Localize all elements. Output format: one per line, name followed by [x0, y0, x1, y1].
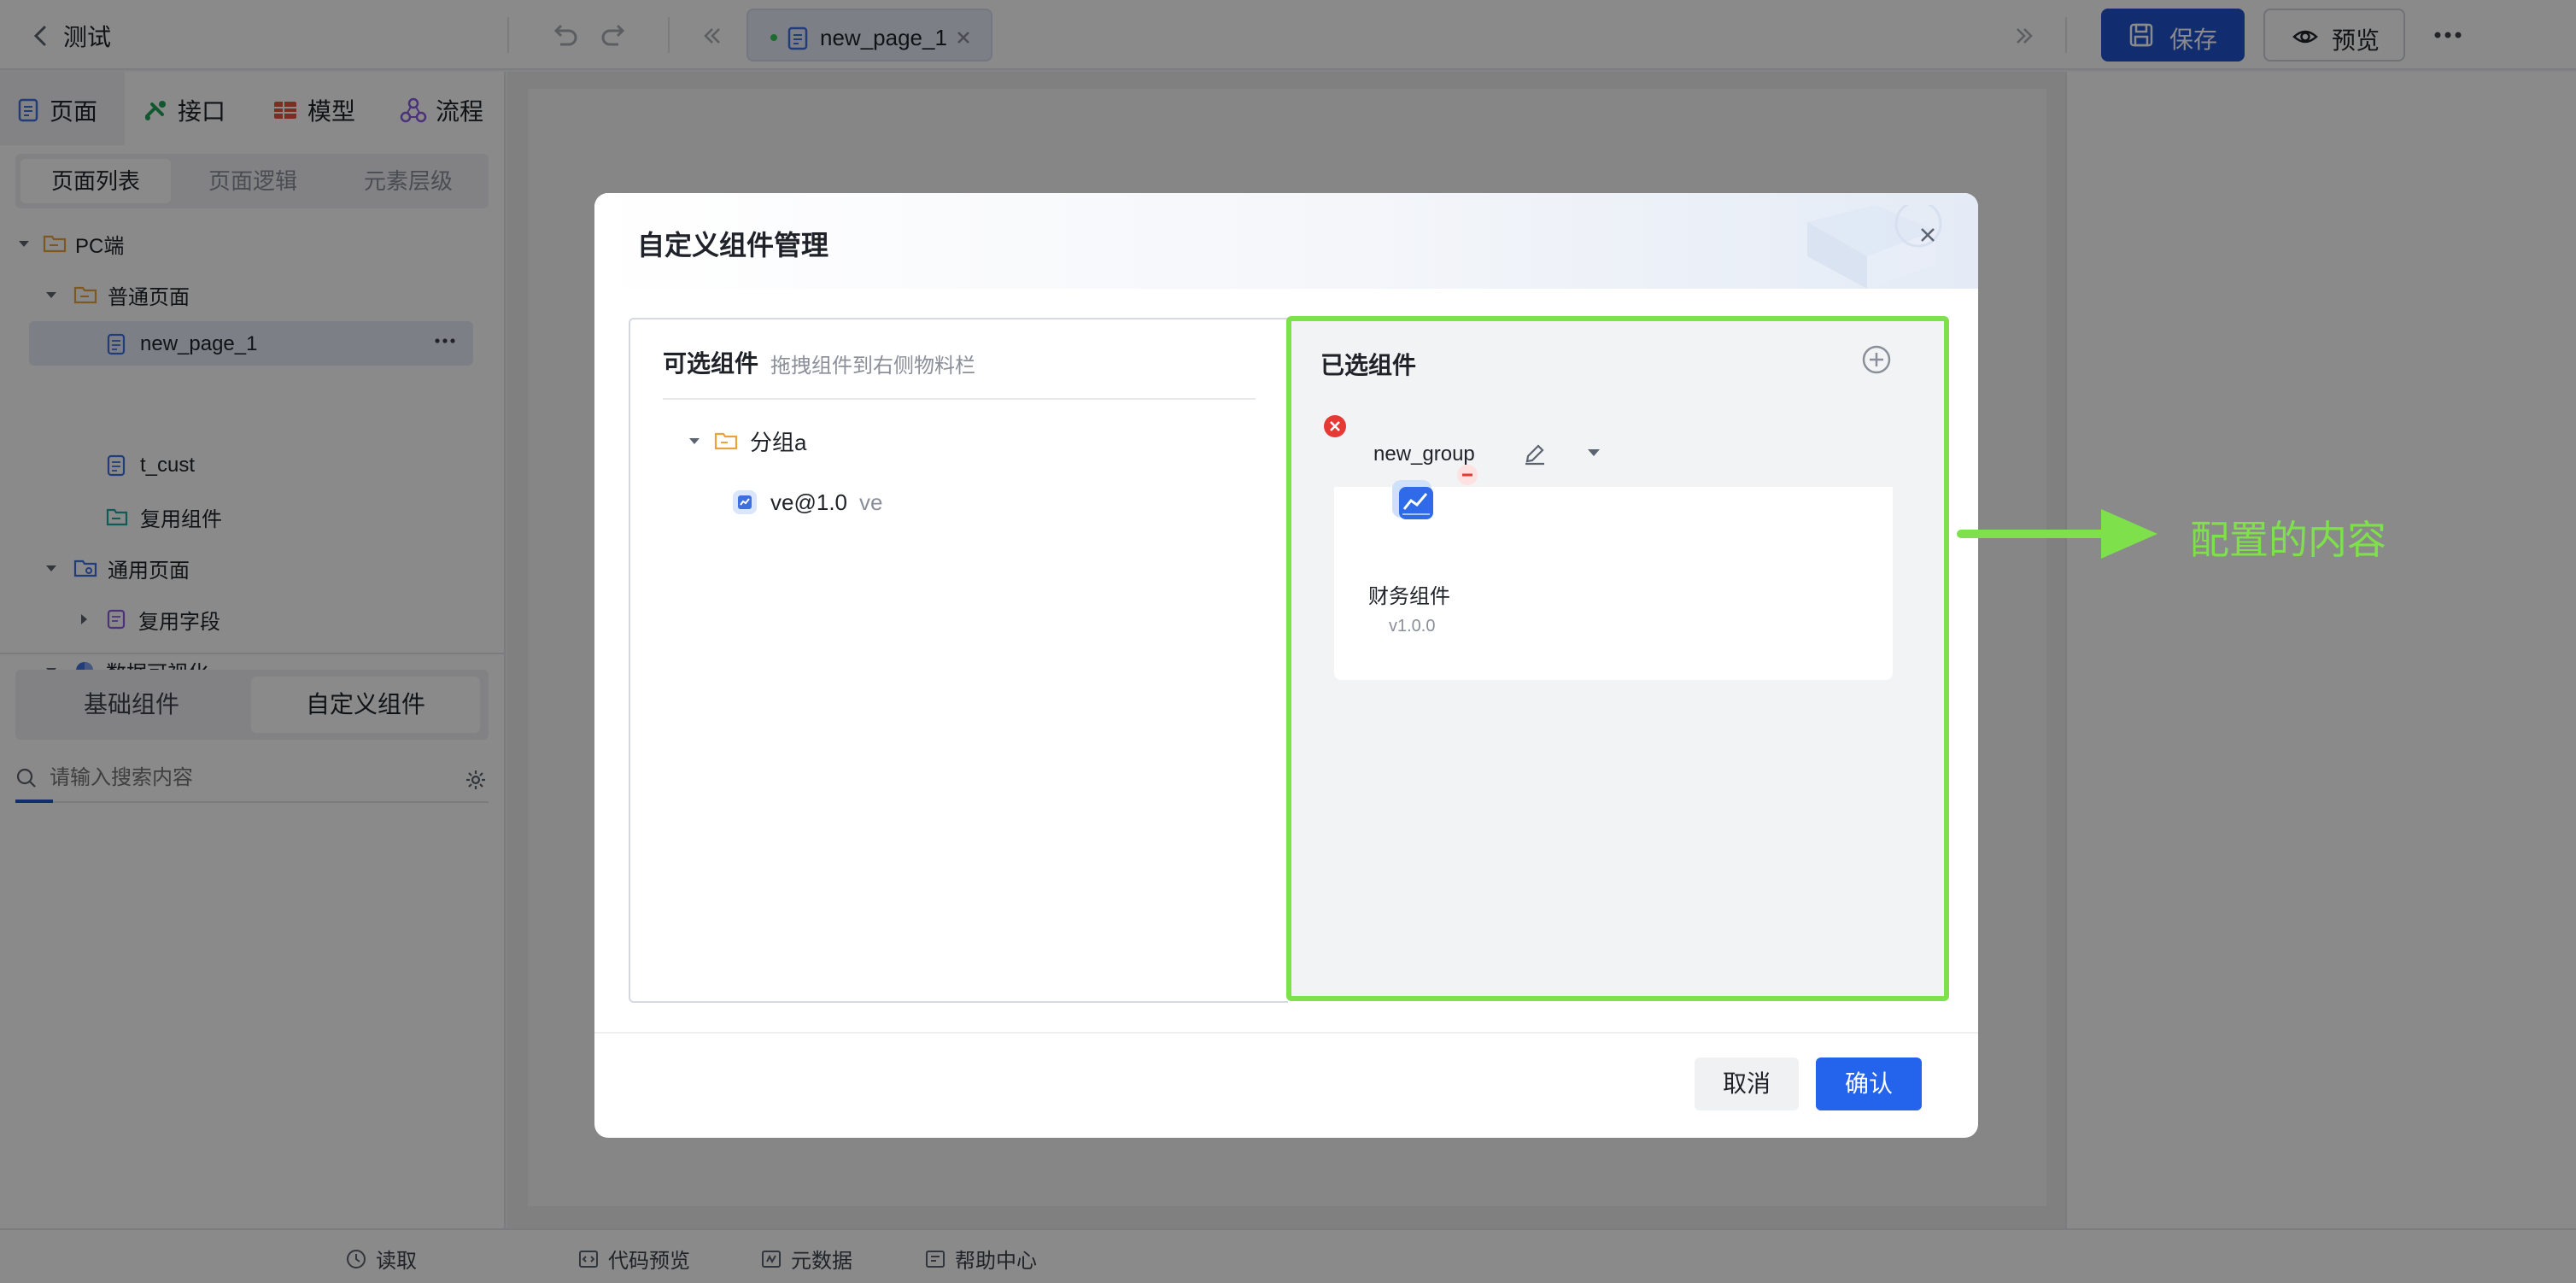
- folder-icon: [714, 432, 738, 450]
- annotation-arrow-icon: [1956, 504, 2161, 564]
- component-icon: [733, 490, 757, 514]
- group-a[interactable]: 分组a: [687, 424, 806, 458]
- component-version: v1.0.0: [1389, 617, 1436, 636]
- divider: [594, 1032, 1978, 1034]
- confirm-button[interactable]: 确认: [1816, 1057, 1922, 1110]
- component-name: 财务组件: [1368, 585, 1450, 608]
- group-card: new_group: [1334, 424, 1893, 680]
- caret-down-icon: [689, 438, 700, 444]
- cancel-button[interactable]: 取消: [1695, 1057, 1799, 1110]
- dialog-title: 自定义组件管理: [637, 230, 829, 261]
- finance-component-icon[interactable]: [1389, 475, 1440, 526]
- edit-icon[interactable]: [1522, 441, 1548, 466]
- custom-component-dialog: 自定义组件管理 可选组件 拖拽组件到右侧物料栏 分组a ve@1.0 ve 已选…: [594, 193, 1978, 1138]
- selected-title: 已选组件: [1320, 352, 1417, 378]
- available-components-panel: [629, 318, 1288, 1003]
- available-hint: 拖拽组件到右侧物料栏: [770, 354, 975, 378]
- delete-group-icon[interactable]: [1322, 413, 1348, 439]
- available-title: 可选组件: [663, 350, 759, 377]
- remove-component-icon[interactable]: [1455, 463, 1479, 487]
- close-icon[interactable]: [1915, 222, 1941, 248]
- add-group-icon[interactable]: [1860, 343, 1893, 376]
- annotation-label: 配置的内容: [2190, 518, 2386, 562]
- available-component-item[interactable]: ve@1.0 ve: [731, 485, 882, 519]
- divider: [663, 398, 1256, 400]
- caret-down-icon[interactable]: [1585, 446, 1602, 460]
